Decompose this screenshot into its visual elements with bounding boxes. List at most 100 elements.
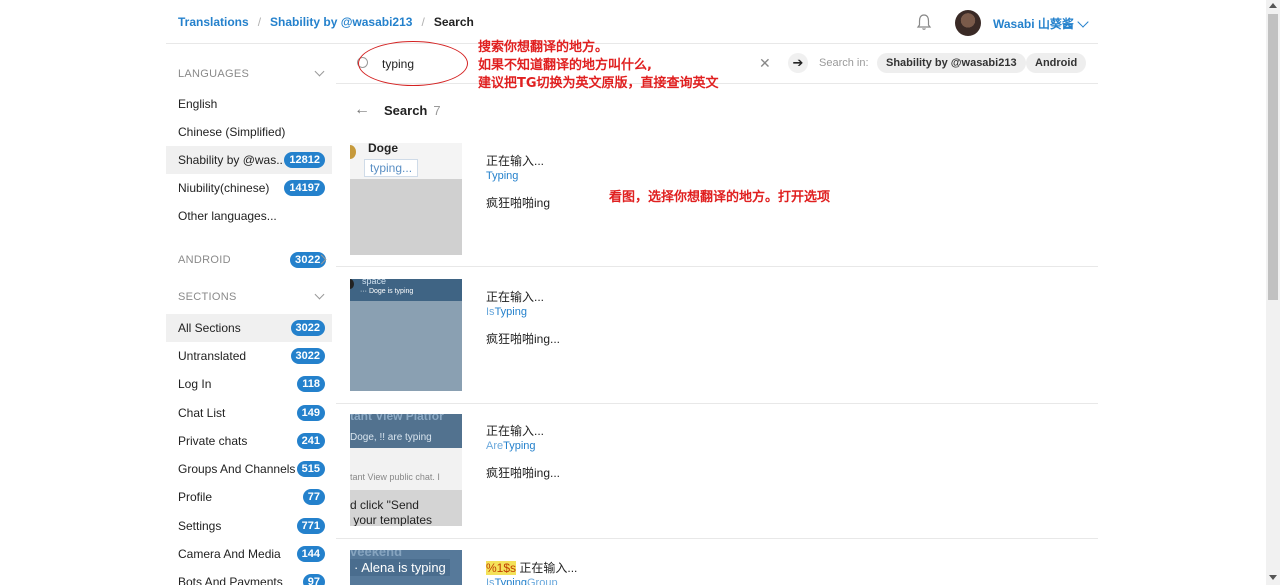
sidebar: LANGUAGES English Chinese (Simplified) S… [166, 44, 336, 585]
thumb-text: tant View public chat. I [350, 472, 440, 482]
results-title: Search [384, 102, 428, 118]
sidebar-item-log-in[interactable]: Log In 118 [166, 370, 332, 398]
sidebar-item-chat-list[interactable]: Chat List 149 [166, 399, 332, 427]
sidebar-item-english[interactable]: English [166, 90, 332, 118]
key-prefix: Are [486, 440, 504, 452]
result-item[interactable]: veekend · Alena is typing %1$s 正在输入... I… [336, 539, 1098, 585]
avatar[interactable] [955, 10, 981, 36]
scroll-up-icon[interactable] [1269, 3, 1277, 8]
key-prefix: Is [486, 306, 495, 318]
top-header: Translations / Shability by @wasabi213 /… [166, 0, 1098, 44]
string-key: AreTyping [486, 440, 560, 452]
breadcrumb-current: Search [433, 14, 474, 29]
sidebar-item-label: Private chats [178, 434, 248, 448]
count-badge: 14197 [284, 180, 325, 196]
scroll-down-icon[interactable] [1269, 575, 1277, 580]
sidebar-item-label: Shability by @was... [178, 153, 285, 167]
annotation-note: 如果不知道翻译的地方叫什么, [478, 58, 652, 73]
key-suffix: Group [526, 577, 558, 585]
user-menu[interactable]: Wasabi 山葵酱 [993, 15, 1089, 32]
sidebar-item-label: Niubility(chinese) [178, 181, 270, 195]
sidebar-item-label: Chinese (Simplified) [178, 125, 286, 139]
sidebar-item-label: Profile [178, 490, 213, 504]
count-badge: 118 [297, 376, 325, 392]
thumb-name: veekend [350, 550, 403, 559]
sidebar-item-label: English [178, 97, 218, 111]
count-badge: 144 [296, 546, 325, 562]
translation-text: 正在输入... [486, 290, 545, 304]
result-text: 正在输入... AreTyping 疯狂啪啪ing... [486, 422, 560, 481]
search-scope-platform[interactable]: Android [1026, 53, 1087, 73]
sidebar-item-label: Camera And Media [178, 547, 281, 561]
scrollbar-thumb[interactable] [1268, 14, 1278, 300]
thumb-name: Doge [368, 143, 398, 155]
android-header-label: ANDROID [178, 254, 231, 266]
bell-icon[interactable] [916, 13, 932, 31]
sidebar-item-label: Other languages... [178, 209, 277, 223]
result-item[interactable]: Doge typing... 正在输入... Typing 疯狂啪啪ing [336, 130, 1098, 267]
sections-header[interactable]: SECTIONS [178, 289, 325, 303]
sidebar-item-groups-and-channels[interactable]: Groups And Channels 515 [166, 455, 332, 483]
thumb-name: space [362, 279, 387, 286]
sidebar-item-profile[interactable]: Profile 77 [166, 483, 332, 511]
count-badge: 12812 [284, 152, 325, 168]
breadcrumb-separator: / [421, 14, 425, 29]
thumb-text: your templates [350, 513, 433, 526]
breadcrumb-language[interactable]: Shability by @wasabi213 [270, 15, 412, 29]
sidebar-item-niubility[interactable]: Niubility(chinese) 14197 [166, 174, 332, 202]
search-scope-language[interactable]: Shability by @wasabi213 [877, 53, 1026, 73]
breadcrumb-separator: / [257, 14, 262, 29]
annotation-circle [358, 41, 468, 86]
screenshot-thumbnail: space ··· Doge is typing [350, 279, 462, 391]
count-badge: 771 [296, 518, 325, 534]
user-name: Wasabi 山葵酱 [993, 17, 1074, 31]
arrow-left-icon[interactable]: ← [354, 101, 370, 119]
sidebar-item-chinese-simplified[interactable]: Chinese (Simplified) [166, 118, 332, 146]
results-count: 7 [433, 102, 441, 118]
translation-text: 正在输入... [486, 424, 545, 438]
sidebar-item-all-sections[interactable]: All Sections 3022 [166, 314, 332, 342]
count-badge: 97 [302, 574, 325, 585]
thumb-status: ··· Doge is typing [360, 288, 414, 295]
languages-header[interactable]: LANGUAGES [178, 66, 325, 80]
sidebar-item-private-chats[interactable]: Private chats 241 [166, 427, 332, 455]
result-item[interactable]: space ··· Doge is typing 正在输入... IsTypin… [336, 267, 1098, 404]
sidebar-item-bots-and-payments[interactable]: Bots And Payments 97 [166, 568, 332, 585]
languages-header-label: LANGUAGES [178, 68, 250, 80]
thumb-status: · Alena is typing [350, 559, 450, 576]
key-prefix: Is [486, 577, 495, 585]
string-key: IsTyping [486, 306, 560, 318]
close-icon[interactable]: ✕ [759, 55, 771, 72]
sidebar-item-settings[interactable]: Settings 771 [166, 512, 332, 540]
key-match: Typing [503, 440, 536, 452]
screenshot-thumbnail: veekend · Alena is typing [350, 550, 462, 585]
translation-text: %1$s 正在输入... [486, 559, 577, 576]
result-text: 正在输入... IsTyping 疯狂啪啪ing... [486, 288, 560, 347]
thumb-text: d click "Send [350, 498, 419, 512]
thumb-name: tant View Platfor [350, 414, 444, 423]
android-header[interactable]: ANDROID 3022 [178, 252, 327, 268]
sidebar-item-label: Bots And Payments [178, 575, 283, 585]
sidebar-item-untranslated[interactable]: Untranslated 3022 [166, 342, 332, 370]
result-item[interactable]: tant View Platfor Doge, !! are typing ta… [336, 404, 1098, 539]
search-in-label: Search in: [819, 57, 869, 69]
chevron-down-icon [314, 66, 325, 77]
sidebar-item-label: Chat List [178, 406, 226, 420]
annotation-note: 建议把TG切换为英文原版，直接查询英文 [478, 76, 719, 91]
sidebar-item-camera-and-media[interactable]: Camera And Media 144 [166, 540, 332, 568]
sidebar-item-label: Settings [178, 519, 222, 533]
format-placeholder: %1$s [486, 561, 517, 575]
count-badge: 3022 [290, 348, 325, 364]
sidebar-item-label: Untranslated [178, 349, 247, 363]
sidebar-item-other-languages[interactable]: Other languages... [166, 202, 332, 230]
annotation-note: 搜索你想翻译的地方。 [478, 40, 609, 55]
key-match: Typing [486, 170, 519, 182]
result-text: 正在输入... Typing 疯狂啪啪ing [486, 152, 550, 211]
key-match: Typing [494, 306, 527, 318]
count-badge: 515 [296, 461, 325, 477]
sidebar-item-shability[interactable]: Shability by @was... 12812 [166, 146, 332, 174]
results-header: ← Search 7 [354, 101, 441, 119]
search-submit-button[interactable]: ➔ [788, 53, 808, 73]
thumb-status: typing... [364, 159, 419, 177]
breadcrumb-translations[interactable]: Translations [178, 15, 249, 29]
